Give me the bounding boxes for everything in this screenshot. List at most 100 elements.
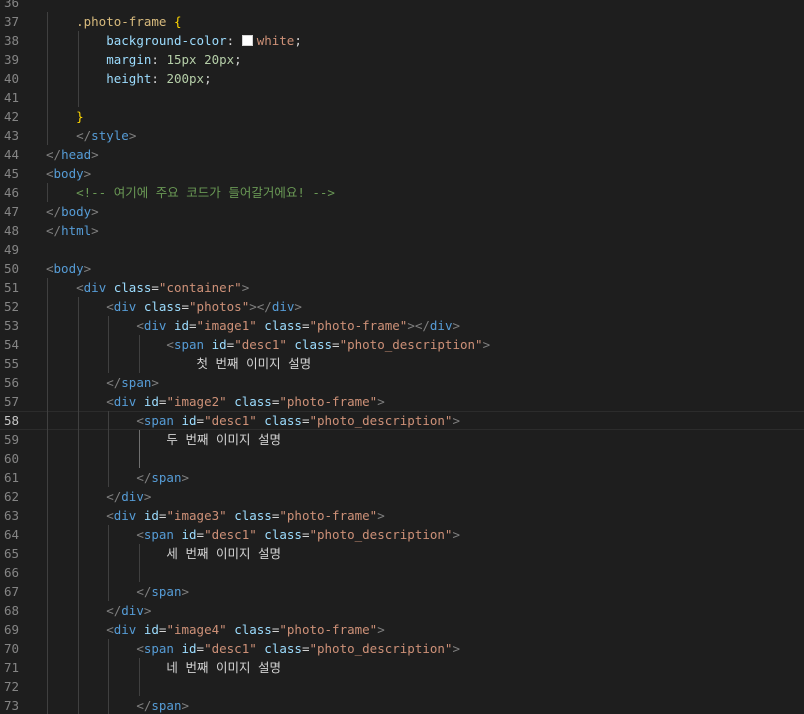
code-token: span — [143, 641, 174, 656]
line-text: margin: 15px 20px; — [46, 50, 241, 69]
code-token: "photo_description" — [339, 337, 483, 352]
code-line[interactable]: 59 두 번째 이미지 설명 — [0, 430, 804, 449]
code-line[interactable]: 37 .photo-frame { — [0, 12, 804, 31]
code-line[interactable]: 58 <span id="desc1" class="photo_descrip… — [0, 411, 804, 430]
code-line[interactable]: 50 <body> — [0, 259, 804, 278]
code-line[interactable]: 73 </span> — [0, 696, 804, 714]
code-line[interactable]: 40 height: 200px; — [0, 69, 804, 88]
line-text: <div id="image4" class="photo-frame"> — [46, 620, 385, 639]
code-editor[interactable]: 36 37 .photo-frame {38 background-color: … — [0, 0, 804, 714]
code-token: </ — [76, 128, 92, 143]
code-line[interactable]: 53 <div id="image1" class="photo-frame">… — [0, 316, 804, 335]
code-token: < — [166, 337, 174, 352]
code-token: span — [151, 584, 182, 599]
code-token: > — [377, 394, 385, 409]
code-line[interactable]: 51 <div class="container"> — [0, 278, 804, 297]
indent-guide — [138, 677, 140, 696]
code-token: margin — [106, 52, 152, 67]
code-line[interactable]: 72 — [0, 677, 804, 696]
code-token: > — [91, 223, 99, 238]
code-line[interactable]: 47 </body> — [0, 202, 804, 221]
code-line[interactable]: 45 <body> — [0, 164, 804, 183]
line-number: 52 — [3, 299, 19, 314]
code-line[interactable]: 66 — [0, 563, 804, 582]
code-line[interactable]: 57 <div id="image2" class="photo-frame"> — [0, 392, 804, 411]
code-line[interactable]: 44 </head> — [0, 145, 804, 164]
code-line[interactable]: 56 </span> — [0, 373, 804, 392]
line-text: <span id="desc1" class="photo_descriptio… — [46, 335, 490, 354]
code-token: </ — [106, 489, 122, 504]
code-token: "photo-frame" — [309, 318, 408, 333]
code-line[interactable]: 42 } — [0, 107, 804, 126]
code-token: div — [121, 489, 144, 504]
code-token: body — [61, 204, 92, 219]
code-token: > — [91, 204, 99, 219]
code-line[interactable]: 62 </div> — [0, 487, 804, 506]
code-line[interactable]: 54 <span id="desc1" class="photo_descrip… — [0, 335, 804, 354]
code-token: > — [452, 318, 460, 333]
code-line[interactable]: 71 네 번째 이미지 설명 — [0, 658, 804, 677]
line-number: 44 — [3, 147, 19, 162]
code-line[interactable]: 64 <span id="desc1" class="photo_descrip… — [0, 525, 804, 544]
code-line[interactable]: 67 </span> — [0, 582, 804, 601]
code-token: style — [91, 128, 129, 143]
code-line[interactable]: 41 — [0, 88, 804, 107]
code-line[interactable]: 49 — [0, 240, 804, 259]
code-token: class — [264, 318, 302, 333]
code-token: "desc1" — [204, 527, 257, 542]
code-token: background-color — [106, 33, 227, 48]
indent-guide — [108, 563, 109, 582]
code-line[interactable]: 69 <div id="image4" class="photo-frame"> — [0, 620, 804, 639]
code-line[interactable]: 63 <div id="image3" class="photo-frame"> — [0, 506, 804, 525]
code-token: </ — [136, 470, 152, 485]
code-line[interactable]: 68 </div> — [0, 601, 804, 620]
code-line[interactable]: 65 세 번째 이미지 설명 — [0, 544, 804, 563]
code-token: = — [196, 527, 205, 542]
code-token: </ — [46, 204, 62, 219]
code-line[interactable]: 55 첫 번째 이미지 설명 — [0, 354, 804, 373]
code-token: class — [264, 641, 302, 656]
code-line[interactable]: 46 <!-- 여기에 주요 코드가 들어갈거에요! --> — [0, 183, 804, 202]
code-token: > — [482, 337, 491, 352]
code-token: ></ — [407, 318, 430, 333]
code-token: "photo-frame" — [279, 508, 378, 523]
line-number: 40 — [3, 71, 19, 86]
line-number: 48 — [3, 223, 19, 238]
line-number: 66 — [3, 565, 19, 580]
line-number: 61 — [3, 470, 19, 485]
code-token: > — [241, 280, 250, 295]
code-line[interactable]: 60 — [0, 449, 804, 468]
line-text: </div> — [46, 601, 151, 620]
code-token: < — [106, 622, 114, 637]
code-token: 네 번째 이미지 설명 — [166, 660, 281, 675]
code-line[interactable]: 36 — [0, 0, 804, 12]
line-text: </span> — [46, 468, 189, 487]
line-number: 56 — [3, 375, 19, 390]
code-line[interactable]: 43 </style> — [0, 126, 804, 145]
code-line[interactable]: 61 </span> — [0, 468, 804, 487]
color-swatch-icon[interactable] — [241, 35, 253, 46]
code-token: "photo_description" — [309, 527, 453, 542]
code-line[interactable]: 52 <div class="photos"></div> — [0, 297, 804, 316]
code-line[interactable]: 38 background-color: white; — [0, 31, 804, 50]
code-line[interactable]: 70 <span id="desc1" class="photo_descrip… — [0, 639, 804, 658]
code-token: id — [143, 622, 159, 637]
code-line[interactable]: 48 </html> — [0, 221, 804, 240]
line-number: 51 — [3, 280, 19, 295]
code-token: class — [294, 337, 333, 352]
code-token: span — [121, 375, 152, 390]
code-line[interactable]: 39 margin: 15px 20px; — [0, 50, 804, 69]
line-number: 57 — [3, 394, 19, 409]
line-number: 71 — [3, 660, 19, 675]
indent-guide — [108, 449, 109, 468]
code-token: body — [53, 261, 84, 276]
code-token: > — [377, 622, 385, 637]
code-token: class — [234, 394, 272, 409]
